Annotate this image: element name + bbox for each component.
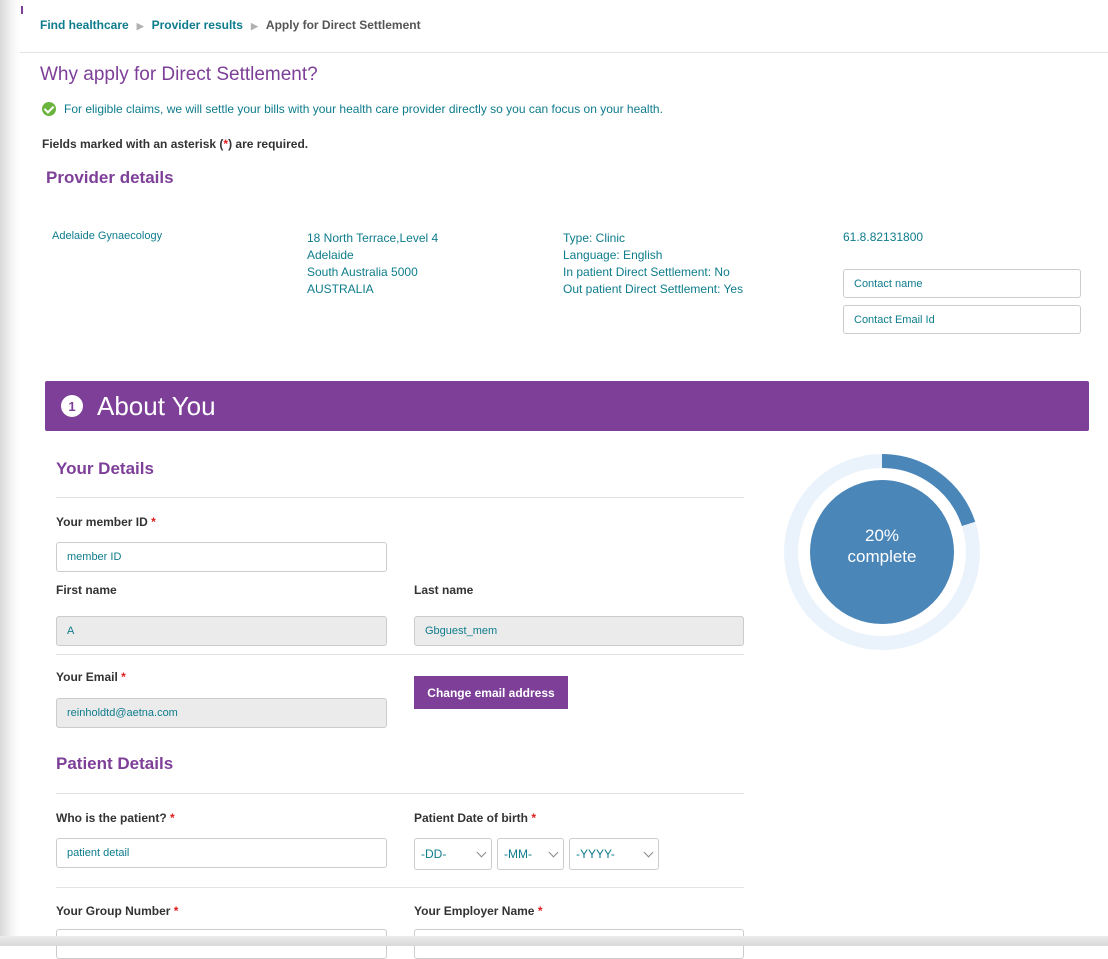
info-message: For eligible claims, we will settle your… — [42, 102, 663, 116]
provider-language: Language: English — [563, 248, 663, 262]
divider — [56, 793, 744, 794]
last-name-field[interactable] — [414, 616, 744, 646]
breadcrumb-find-healthcare[interactable]: Find healthcare — [40, 18, 129, 32]
member-id-label: Your member ID * — [56, 515, 156, 529]
required-asterisk: * — [537, 904, 543, 918]
member-id-input[interactable] — [56, 542, 387, 572]
progress-label: 20% complete — [782, 525, 982, 567]
patient-dob-label: Patient Date of birth * — [414, 811, 536, 825]
progress-percent: 20% — [864, 526, 900, 545]
employer-name-label: Your Employer Name * — [414, 904, 543, 918]
first-name-label: First name — [56, 583, 117, 597]
divider — [56, 654, 744, 655]
provider-type: Type: Clinic — [563, 231, 626, 245]
dob-label-text: Patient Date of birth — [414, 811, 529, 825]
patient-detail-input[interactable] — [56, 838, 387, 868]
required-note-text-end: ) are required. — [228, 137, 309, 151]
chevron-down-icon — [476, 847, 487, 857]
divider — [56, 887, 744, 888]
who-is-patient-label: Who is the patient? * — [56, 811, 175, 825]
provider-phone: 61.8.82131800 — [843, 230, 924, 244]
last-name-label: Last name — [414, 583, 474, 597]
first-name-field[interactable] — [56, 616, 387, 646]
chevron-down-icon — [643, 847, 654, 857]
breadcrumb-current: Apply for Direct Settlement — [265, 18, 421, 32]
required-asterisk: * — [121, 670, 126, 684]
required-asterisk: * — [531, 811, 537, 825]
provider-address: 18 North Terrace,Level 4 Adelaide South … — [307, 230, 438, 298]
breadcrumb-separator-icon: ▶ — [250, 21, 258, 31]
provider-details-heading: Provider details — [46, 168, 174, 187]
email-label-text: Your Email — [56, 670, 118, 684]
provider-meta: Type: Clinic Language: English In patien… — [563, 230, 743, 298]
patient-details-heading: Patient Details — [56, 754, 174, 773]
accent-mark — [21, 6, 23, 14]
address-line: Adelaide — [307, 248, 354, 262]
required-fields-note: Fields marked with an asterisk (*) are r… — [42, 137, 308, 151]
window-shadow — [0, 0, 20, 946]
inpatient-direct-settlement: In patient Direct Settlement: No — [563, 265, 730, 279]
required-asterisk: * — [170, 811, 175, 825]
address-line: AUSTRALIA — [307, 282, 374, 296]
address-line: 18 North Terrace,Level 4 — [307, 231, 439, 245]
dob-day-select[interactable]: -DD- — [414, 838, 492, 870]
address-line: South Australia 5000 — [307, 265, 418, 279]
member-id-label-text: Your member ID — [56, 515, 148, 529]
group-number-label: Your Group Number * — [56, 904, 178, 918]
contact-name-input[interactable] — [843, 269, 1081, 298]
breadcrumb: Find healthcare ▶ Provider results ▶ Apply f… — [40, 18, 421, 32]
check-circle-icon — [42, 102, 56, 116]
dob-month-select[interactable]: -MM- — [497, 838, 564, 870]
required-asterisk: * — [173, 904, 179, 918]
change-email-button[interactable]: Change email address — [414, 676, 568, 709]
provider-name: Adelaide Gynaecology — [52, 230, 163, 242]
email-label: Your Email * — [56, 670, 126, 684]
window-shadow-bottom — [0, 936, 1108, 946]
page-title: Why apply for Direct Settlement? — [40, 64, 318, 85]
contact-email-input[interactable] — [843, 305, 1081, 334]
group-label-text: Your Group Number — [56, 904, 171, 918]
step-number-badge: 1 — [61, 395, 83, 417]
email-field[interactable] — [56, 698, 387, 728]
dob-year-value: -YYYY- — [576, 847, 615, 861]
info-text: For eligible claims, we will settle your… — [64, 102, 663, 116]
dob-day-value: -DD- — [421, 847, 447, 861]
breadcrumb-separator-icon: ▶ — [136, 21, 144, 31]
dob-month-value: -MM- — [504, 847, 532, 861]
header-divider — [20, 52, 1108, 53]
required-note-text: Fields marked with an asterisk ( — [42, 137, 224, 151]
divider — [56, 497, 744, 498]
chevron-down-icon — [548, 847, 559, 857]
required-asterisk: * — [151, 515, 156, 529]
about-you-title: About You — [97, 390, 216, 421]
about-you-banner: 1 About You — [45, 381, 1089, 431]
dob-year-select[interactable]: -YYYY- — [569, 838, 659, 870]
breadcrumb-provider-results[interactable]: Provider results — [152, 18, 243, 32]
your-details-heading: Your Details — [56, 459, 154, 478]
progress-complete-text: complete — [847, 547, 917, 566]
employer-label-text: Your Employer Name — [414, 904, 535, 918]
outpatient-direct-settlement: Out patient Direct Settlement: Yes — [563, 282, 744, 296]
who-label-text: Who is the patient? — [56, 811, 167, 825]
